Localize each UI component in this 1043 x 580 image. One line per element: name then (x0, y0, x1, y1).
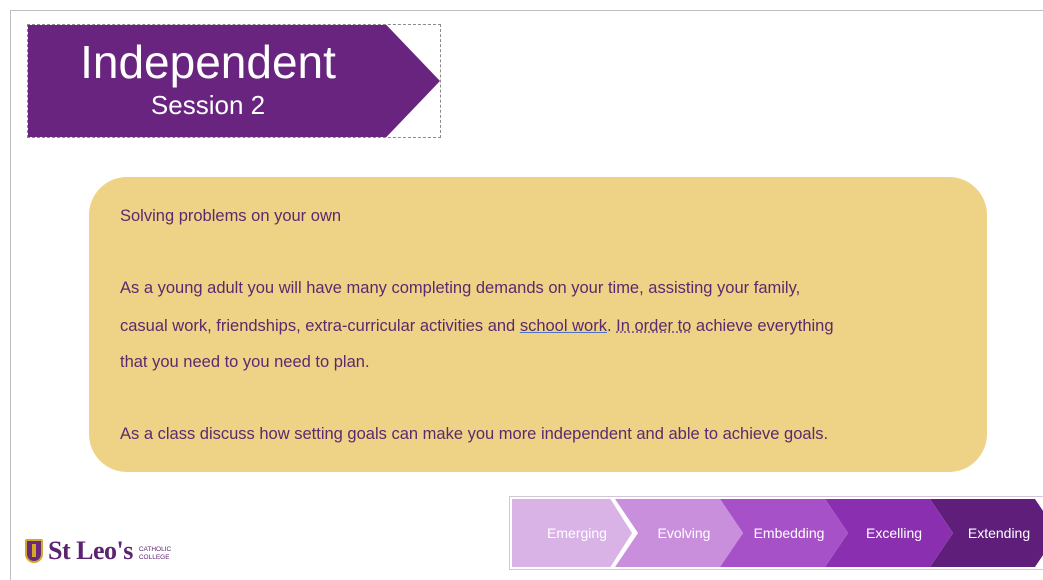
chevron-label: Emerging (547, 525, 607, 541)
chevron-label: Excelling (865, 525, 923, 541)
text-run: achieve everything (691, 317, 834, 335)
content-card[interactable]: Solving problems on your own As a young … (89, 177, 987, 472)
paragraph-line: As a young adult you will have many comp… (120, 279, 801, 297)
crest-icon (25, 539, 43, 563)
grammar-flag-in-order-to[interactable]: In order to (616, 317, 691, 335)
progress-chevrons: Emerging Evolving Embedding Excelling Ex… (509, 496, 1043, 570)
slide: Independent Session 2 Solving problems o… (10, 10, 1043, 580)
logo-subtitle: CATHOLIC COLLEGE (139, 546, 171, 562)
text-run: . (606, 317, 617, 335)
paragraph-line: casual work, friendships, extra-curricul… (120, 317, 834, 336)
logo-name: St Leo's (48, 536, 133, 565)
logo-subtitle-line: COLLEGE (138, 554, 170, 561)
title-arrow-banner[interactable]: Independent Session 2 (28, 25, 440, 137)
chevron-label: Extending (967, 525, 1031, 541)
chevron-emerging[interactable]: Emerging (512, 499, 632, 567)
chevron-evolving[interactable]: Evolving (615, 499, 743, 567)
text-run: casual work, friendships, extra-curricul… (120, 317, 520, 335)
chevron-label: Embedding (753, 525, 825, 541)
paragraph-line: As a class discuss how setting goals can… (120, 425, 829, 443)
grammar-flag-school-work[interactable]: school work (520, 317, 607, 335)
card-heading: Solving problems on your own (120, 207, 342, 225)
slide-title: Independent (80, 36, 336, 88)
college-logo: St Leo's CATHOLIC COLLEGE (25, 537, 171, 565)
slide-subtitle: Session 2 (150, 90, 266, 120)
logo-subtitle-line: CATHOLIC (138, 546, 172, 553)
chevron-label: Evolving (657, 525, 711, 541)
paragraph-line: that you need to you need to plan. (120, 353, 370, 371)
